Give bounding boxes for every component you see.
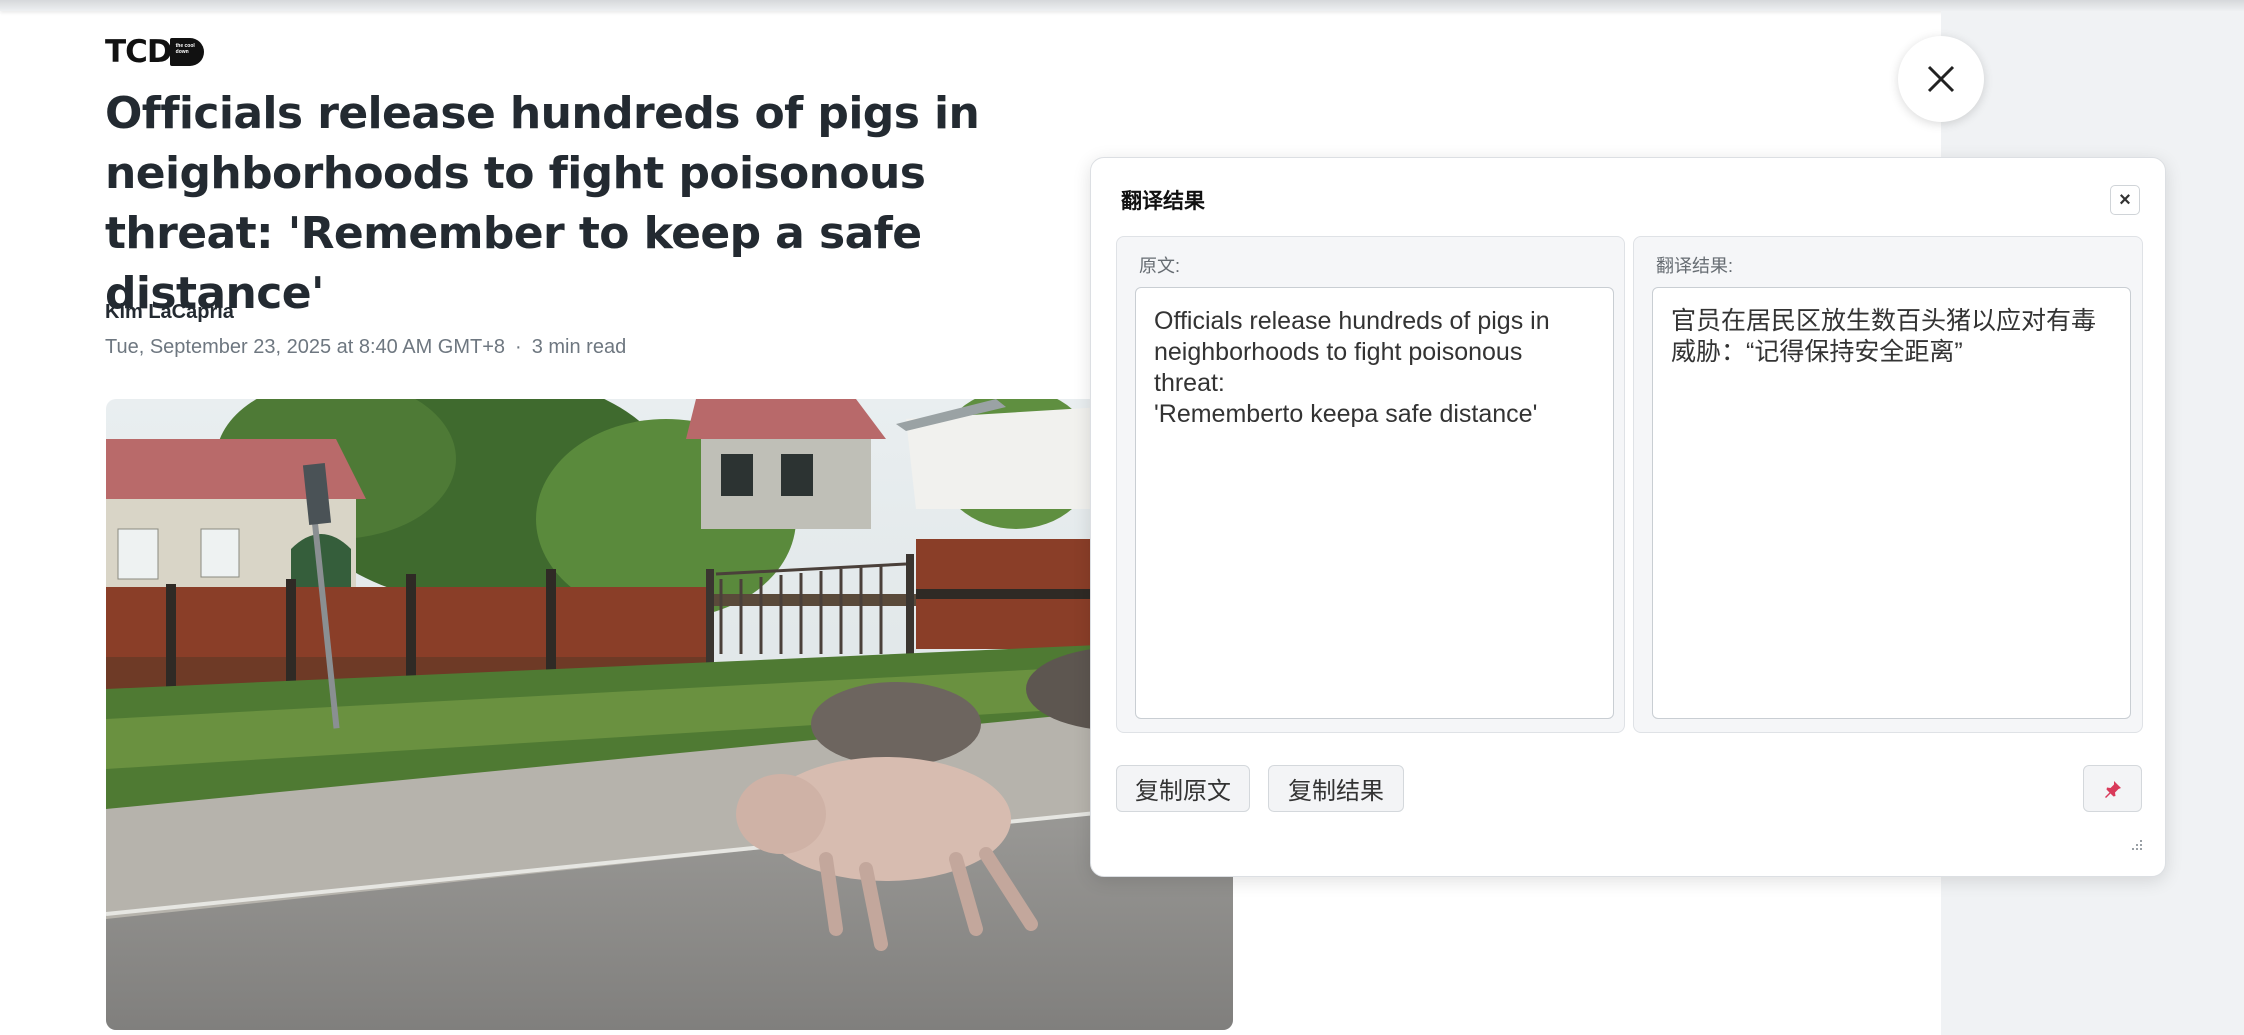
pin-icon xyxy=(2104,780,2121,798)
close-icon xyxy=(1927,65,1955,93)
article-meta: Tue, September 23, 2025 at 8:40 AM GMT+8… xyxy=(105,336,626,359)
resize-grip-icon[interactable] xyxy=(2129,838,2143,852)
author-name[interactable]: Kim LaCapria xyxy=(105,301,234,324)
copy-source-button[interactable]: 复制原文 xyxy=(1116,765,1250,812)
logo-badge: the cool down xyxy=(169,38,204,66)
logo-text: TCD xyxy=(105,34,173,70)
panel-title: 翻译结果 xyxy=(1121,190,1205,213)
site-logo[interactable]: TCD the cool down xyxy=(105,34,204,70)
publish-date: Tue, September 23, 2025 at 8:40 AM GMT+8 xyxy=(105,336,506,358)
copy-result-button[interactable]: 复制结果 xyxy=(1268,765,1404,812)
translation-panel: 翻译结果 × 原文: Officials release hundreds of… xyxy=(1090,157,2166,877)
result-column: 翻译结果: 官员在居民区放生数百头猪以应对有毒威胁：“记得保持安全距离” xyxy=(1633,236,2143,733)
result-text-area[interactable]: 官员在居民区放生数百头猪以应对有毒威胁：“记得保持安全距离” xyxy=(1652,287,2131,719)
source-label: 原文: xyxy=(1139,256,1181,276)
pin-button[interactable] xyxy=(2083,765,2142,812)
source-text-area[interactable]: Officials release hundreds of pigs in ne… xyxy=(1135,287,1614,719)
panel-close-button[interactable]: × xyxy=(2110,185,2140,215)
page-close-button[interactable] xyxy=(1898,36,1984,122)
read-time: 3 min read xyxy=(531,336,627,358)
article-headline: Officials release hundreds of pigs in ne… xyxy=(105,88,980,319)
close-icon: × xyxy=(2119,188,2131,211)
browser-top-bar xyxy=(0,0,2244,11)
source-column: 原文: Officials release hundreds of pigs i… xyxy=(1116,236,1625,733)
article-hero-image xyxy=(106,399,1233,1030)
meta-separator: · xyxy=(515,336,522,358)
result-label: 翻译结果: xyxy=(1656,256,1734,276)
